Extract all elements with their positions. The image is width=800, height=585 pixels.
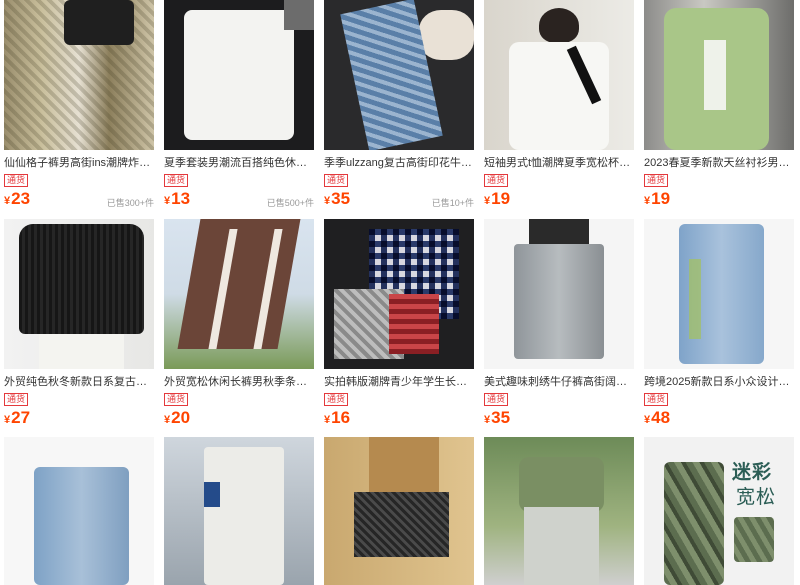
product-title[interactable]: 实拍韩版潮牌青少年学生长袖... (324, 376, 474, 389)
product-title[interactable]: 外贸纯色秋冬新款日系复古宽... (4, 376, 154, 389)
promo-tag: 通货 (4, 174, 29, 187)
product-card[interactable]: 跨境2025新款日系小众设计刺... 通货 ¥48 (644, 219, 794, 427)
product-card[interactable]: 美式趣味刺绣牛仔裤高街阔的百... 通货 ¥35 (484, 219, 634, 427)
price: ¥13 (164, 189, 191, 208)
product-title[interactable]: 外贸宽松休闲长裤男秋季条纹... (164, 376, 314, 389)
sold-count: 已售10+件 (431, 198, 474, 208)
product-card[interactable]: 2023春夏季新款天丝衬衫男款... 通货 ¥19 (644, 0, 794, 208)
product-title[interactable]: 短袖男式t恤潮牌夏季宽松杯条... (484, 157, 634, 170)
product-image[interactable] (324, 219, 474, 369)
product-image[interactable] (164, 437, 314, 585)
product-card[interactable]: 外贸宽松休闲长裤男秋季条纹... 通货 ¥20 (164, 219, 314, 427)
price: ¥48 (644, 408, 671, 427)
price: ¥19 (644, 189, 671, 208)
promo-tag: 通货 (644, 393, 669, 406)
product-image[interactable] (484, 437, 634, 585)
product-card[interactable]: 迷彩 宽松 (644, 437, 794, 585)
product-card[interactable]: 夏季套装男潮流百搭纯色休闲... 通货 ¥13 已售500+件 (164, 0, 314, 208)
product-image[interactable] (644, 0, 794, 150)
promo-tag: 通货 (324, 393, 349, 406)
product-title[interactable]: 仙仙格子裤男高街ins潮牌炸街... (4, 157, 154, 170)
banner-line2: 宽松 (736, 486, 777, 508)
product-card[interactable] (484, 437, 634, 585)
product-title[interactable]: 2023春夏季新款天丝衬衫男款... (644, 157, 794, 170)
product-card[interactable]: 外贸纯色秋冬新款日系复古宽... 通货 ¥27 (4, 219, 154, 427)
product-card[interactable] (164, 437, 314, 585)
promo-tag: 通货 (164, 393, 189, 406)
product-card[interactable] (4, 437, 154, 585)
product-title[interactable]: 夏季套装男潮流百搭纯色休闲... (164, 157, 314, 170)
product-image[interactable]: 迷彩 宽松 (644, 437, 794, 585)
product-image[interactable] (4, 219, 154, 369)
promo-tag: 通货 (644, 174, 669, 187)
banner-line1: 迷彩 (732, 461, 773, 483)
product-card[interactable] (324, 437, 474, 585)
price: ¥16 (324, 408, 351, 427)
product-card[interactable]: 短袖男式t恤潮牌夏季宽松杯条... 通货 ¥19 (484, 0, 634, 208)
product-title[interactable]: 季季ulzzang复古高街印花牛仔... (324, 157, 474, 170)
price: ¥35 (484, 408, 511, 427)
sold-count: 已售500+件 (266, 198, 314, 208)
product-image[interactable] (164, 0, 314, 150)
promo-tag: 通货 (164, 174, 189, 187)
product-image[interactable] (164, 219, 314, 369)
product-grid: 仙仙格子裤男高街ins潮牌炸街... 通货 ¥23 已售300+件 夏季套装男潮… (0, 0, 800, 585)
price: ¥19 (484, 189, 511, 208)
product-image[interactable] (484, 0, 634, 150)
product-card[interactable]: 季季ulzzang复古高街印花牛仔... 通货 ¥35 已售10+件 (324, 0, 474, 208)
price: ¥27 (4, 408, 31, 427)
promo-tag: 通货 (484, 393, 509, 406)
product-image[interactable] (324, 0, 474, 150)
price: ¥35 (324, 189, 351, 208)
sold-count: 已售300+件 (106, 198, 154, 208)
product-title[interactable]: 跨境2025新款日系小众设计刺... (644, 376, 794, 389)
product-card[interactable]: 仙仙格子裤男高街ins潮牌炸街... 通货 ¥23 已售300+件 (4, 0, 154, 208)
product-image[interactable] (484, 219, 634, 369)
product-image[interactable] (644, 219, 794, 369)
product-card[interactable]: 实拍韩版潮牌青少年学生长袖... 通货 ¥16 (324, 219, 474, 427)
promo-tag: 通货 (4, 393, 29, 406)
product-image[interactable] (324, 437, 474, 585)
product-image[interactable] (4, 0, 154, 150)
price: ¥20 (164, 408, 191, 427)
product-title[interactable]: 美式趣味刺绣牛仔裤高街阔的百... (484, 376, 634, 389)
promo-tag: 通货 (484, 174, 509, 187)
promo-tag: 通货 (324, 174, 349, 187)
product-image[interactable] (4, 437, 154, 585)
price: ¥23 (4, 189, 31, 208)
